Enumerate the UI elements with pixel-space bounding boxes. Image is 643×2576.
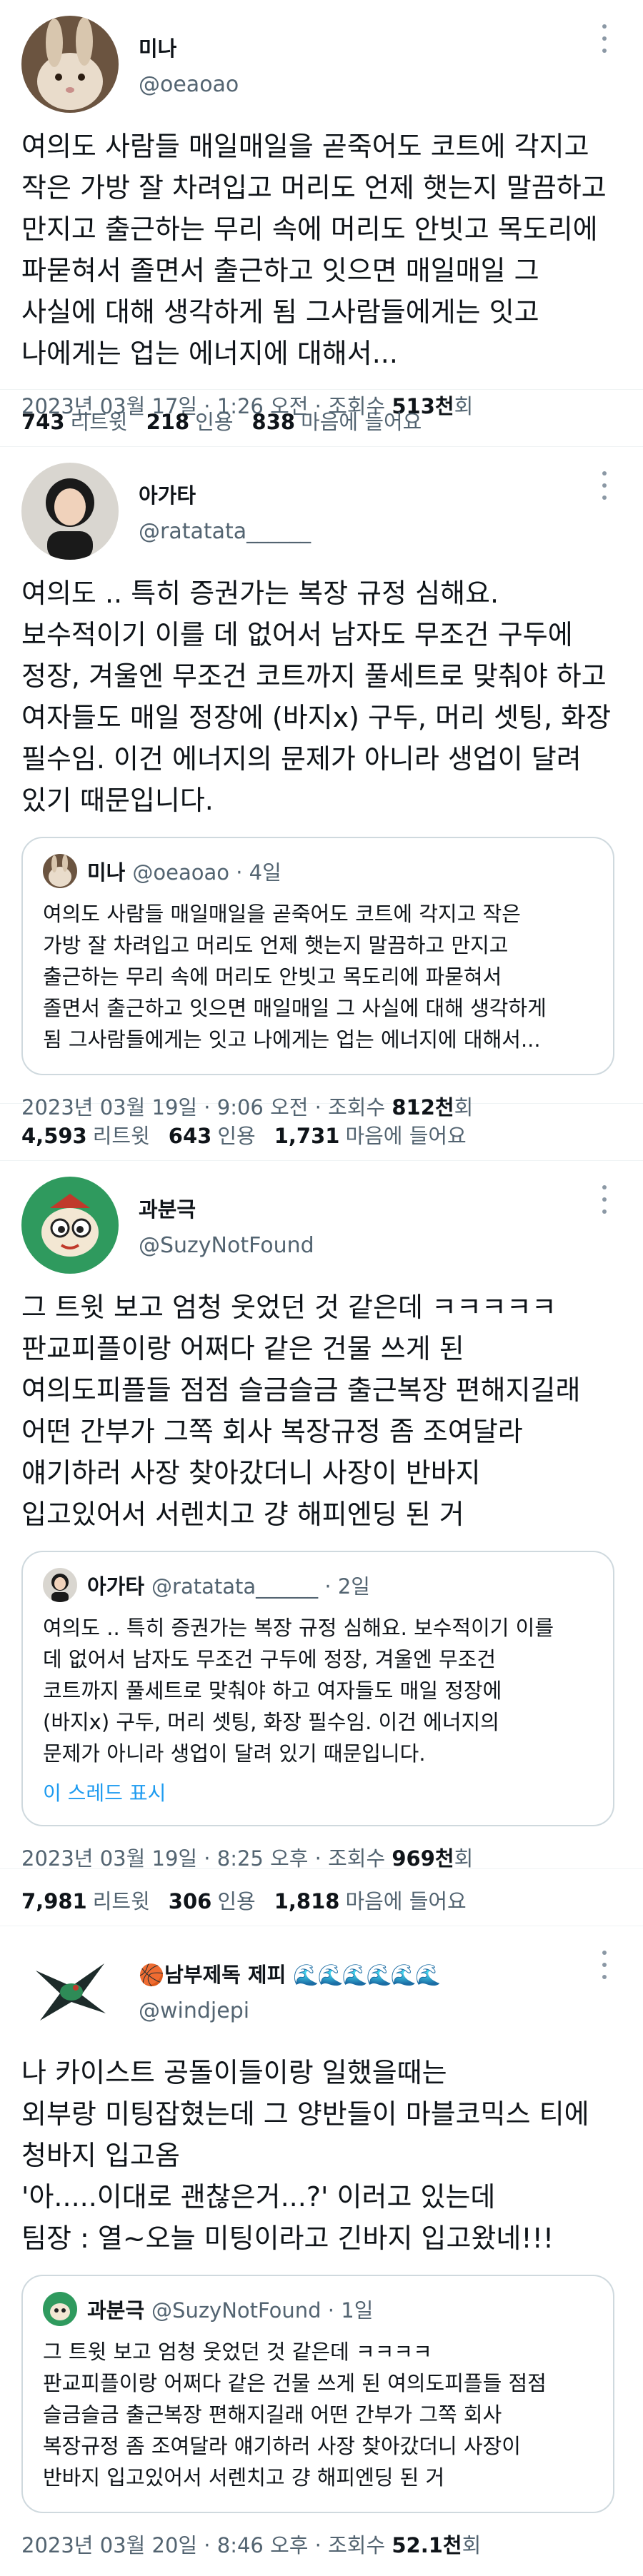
view-count: 969천 xyxy=(392,1846,454,1871)
quoted-handle: @oeaoao · 4일 xyxy=(132,860,281,885)
retweet-count[interactable]: 4,593 리트윗 xyxy=(21,1120,150,1149)
quoted-handle: @SuzyNotFound · 1일 xyxy=(151,2298,374,2323)
bird-avatar-icon xyxy=(21,1942,119,2039)
cartoon-avatar-icon xyxy=(21,1177,119,1274)
more-options-icon[interactable] xyxy=(597,21,612,56)
quoted-tweet-header: 미나 @oeaoao · 4일 xyxy=(43,854,593,888)
quote-count[interactable]: 218 인용 xyxy=(146,406,234,436)
like-count[interactable]: 1,818 마음에 들어요 xyxy=(274,1885,467,1915)
retweet-count[interactable]: 743 리트윗 xyxy=(21,406,128,436)
tweet-text: 나 카이스트 공돌이들이랑 일했을때는 외부랑 미팅잡혔는데 그 양반들이 마블… xyxy=(21,2057,589,2254)
avatar xyxy=(43,1568,77,1602)
tweet-timestamp[interactable]: 2023년 03월 19일 · 8:25 오후 · 조회수 xyxy=(21,1846,392,1871)
view-count-suffix: 회 xyxy=(462,2533,482,2557)
quoted-tweet-text: 그 트윗 보고 엄청 웃었던 것 같은데 ㅋㅋㅋㅋ 판교피플이랑 어쩌다 같은 … xyxy=(43,2340,547,2490)
rabbit-avatar-icon xyxy=(43,854,77,888)
quoted-tweet-text: 여의도 .. 특히 증권가는 복장 규정 심해요. 보수적이기 이를 데 없어서… xyxy=(43,1616,554,1766)
user-handle[interactable]: @SuzyNotFound xyxy=(139,1233,314,1258)
quoted-tweet-header: 과분극 @SuzyNotFound · 1일 xyxy=(43,2292,593,2326)
quoted-tweet[interactable]: 아가타 @ratatata______ · 2일 여의도 .. 특히 증권가는 … xyxy=(21,1551,614,1826)
user-handle[interactable]: @ratatata______ xyxy=(139,519,311,544)
view-count-suffix: 회 xyxy=(454,1846,474,1871)
tweet[interactable]: 🏀남부제독 제피 🌊🌊🌊🌊🌊🌊 @windjepi 나 카이스트 공돌이들이랑 … xyxy=(0,1926,643,2576)
more-options-icon[interactable] xyxy=(597,1182,612,1217)
tweet-timestamp[interactable]: 2023년 03월 20일 · 8:46 오후 · 조회수 xyxy=(21,2533,392,2557)
avatar xyxy=(43,2292,77,2326)
user-handle[interactable]: @windjepi xyxy=(139,1998,439,2023)
quoted-display-name: 아가타 xyxy=(87,1574,145,1599)
quoted-handle: @ratatata______ · 2일 xyxy=(151,1574,370,1599)
like-count[interactable]: 838 마음에 들어요 xyxy=(252,406,422,436)
view-count: 52.1천 xyxy=(392,2533,462,2557)
basketball-icon: 🏀 xyxy=(139,1962,165,1987)
wave-icons: 🌊🌊🌊🌊🌊🌊 xyxy=(293,1962,441,1987)
rabbit-avatar-icon xyxy=(21,16,119,113)
quote-count[interactable]: 643 인용 xyxy=(169,1120,256,1149)
tweet-text: 여의도 사람들 매일매일을 곧죽어도 코트에 각지고 작은 가방 잘 차려입고 … xyxy=(21,131,607,369)
tweet-text: 여의도 .. 특히 증권가는 복장 규정 심해요. 보수적이기 이를 데 없어서… xyxy=(21,578,612,816)
tweet-meta: 2023년 03월 20일 · 8:46 오후 · 조회수 52.1천회 xyxy=(21,2529,614,2576)
avatar[interactable] xyxy=(21,1177,119,1274)
quoted-display-name: 미나 xyxy=(87,860,126,885)
person-avatar-icon xyxy=(21,463,119,560)
quote-count[interactable]: 306 인용 xyxy=(169,1885,256,1915)
user-handle[interactable]: @oeaoao xyxy=(139,72,239,97)
cartoon-avatar-icon xyxy=(43,2292,77,2326)
avatar[interactable] xyxy=(21,1942,119,2039)
avatar[interactable] xyxy=(21,463,119,560)
avatar xyxy=(43,854,77,888)
tweet-header: 미나 @oeaoao xyxy=(21,16,614,113)
retweet-count[interactable]: 7,981 리트윗 xyxy=(21,1885,150,1915)
more-options-icon[interactable] xyxy=(597,468,612,503)
quoted-tweet[interactable]: 미나 @oeaoao · 4일 여의도 사람들 매일매일을 곧죽어도 코트에 각… xyxy=(21,837,614,1075)
tweet[interactable]: 미나 @oeaoao 여의도 사람들 매일매일을 곧죽어도 코트에 각지고 작은… xyxy=(0,0,643,418)
tweet-text: 그 트윗 보고 엄청 웃었던 것 같은데 ㅋㅋㅋㅋㅋ 판교피플이랑 어쩌다 같은… xyxy=(21,1292,581,1530)
more-options-icon[interactable] xyxy=(597,1948,612,1982)
quoted-tweet-header: 아가타 @ratatata______ · 2일 xyxy=(43,1568,593,1602)
quoted-display-name: 과분극 xyxy=(87,2298,145,2323)
tweet-header: 과분극 @SuzyNotFound xyxy=(21,1177,614,1274)
person-avatar-icon xyxy=(43,1568,77,1602)
quoted-tweet[interactable]: 과분극 @SuzyNotFound · 1일 그 트윗 보고 엄청 웃었던 것 … xyxy=(21,2275,614,2513)
avatar[interactable] xyxy=(21,16,119,113)
tweet-header: 아가타 @ratatata______ xyxy=(21,463,614,560)
tweet-stats-row: 4,593 리트윗 643 인용 1,731 마음에 들어요 xyxy=(0,1104,643,1161)
display-name[interactable]: 미나 xyxy=(139,32,239,62)
tweet-header: 🏀남부제독 제피 🌊🌊🌊🌊🌊🌊 @windjepi xyxy=(21,1942,614,2039)
like-count[interactable]: 1,731 마음에 들어요 xyxy=(274,1120,467,1149)
show-thread-link[interactable]: 이 스레드 표시 xyxy=(43,1778,593,1806)
display-name[interactable]: 과분극 xyxy=(139,1193,314,1223)
display-name[interactable]: 🏀남부제독 제피 🌊🌊🌊🌊🌊🌊 xyxy=(139,1958,441,1988)
tweet-stats-row: 7,981 리트윗 306 인용 1,818 마음에 들어요 xyxy=(0,1869,643,1926)
display-name[interactable]: 아가타 xyxy=(139,479,311,509)
tweet[interactable]: 아가타 @ratatata______ 여의도 .. 특히 증권가는 복장 규정… xyxy=(0,447,643,1120)
tweet-stats-row: 743 리트윗 218 인용 838 마음에 들어요 xyxy=(0,390,643,447)
tweet[interactable]: 과분극 @SuzyNotFound 그 트윗 보고 엄청 웃었던 것 같은데 ㅋ… xyxy=(0,1161,643,1871)
quoted-tweet-text: 여의도 사람들 매일매일을 곧죽어도 코트에 각지고 작은 가방 잘 차려입고 … xyxy=(43,902,547,1052)
